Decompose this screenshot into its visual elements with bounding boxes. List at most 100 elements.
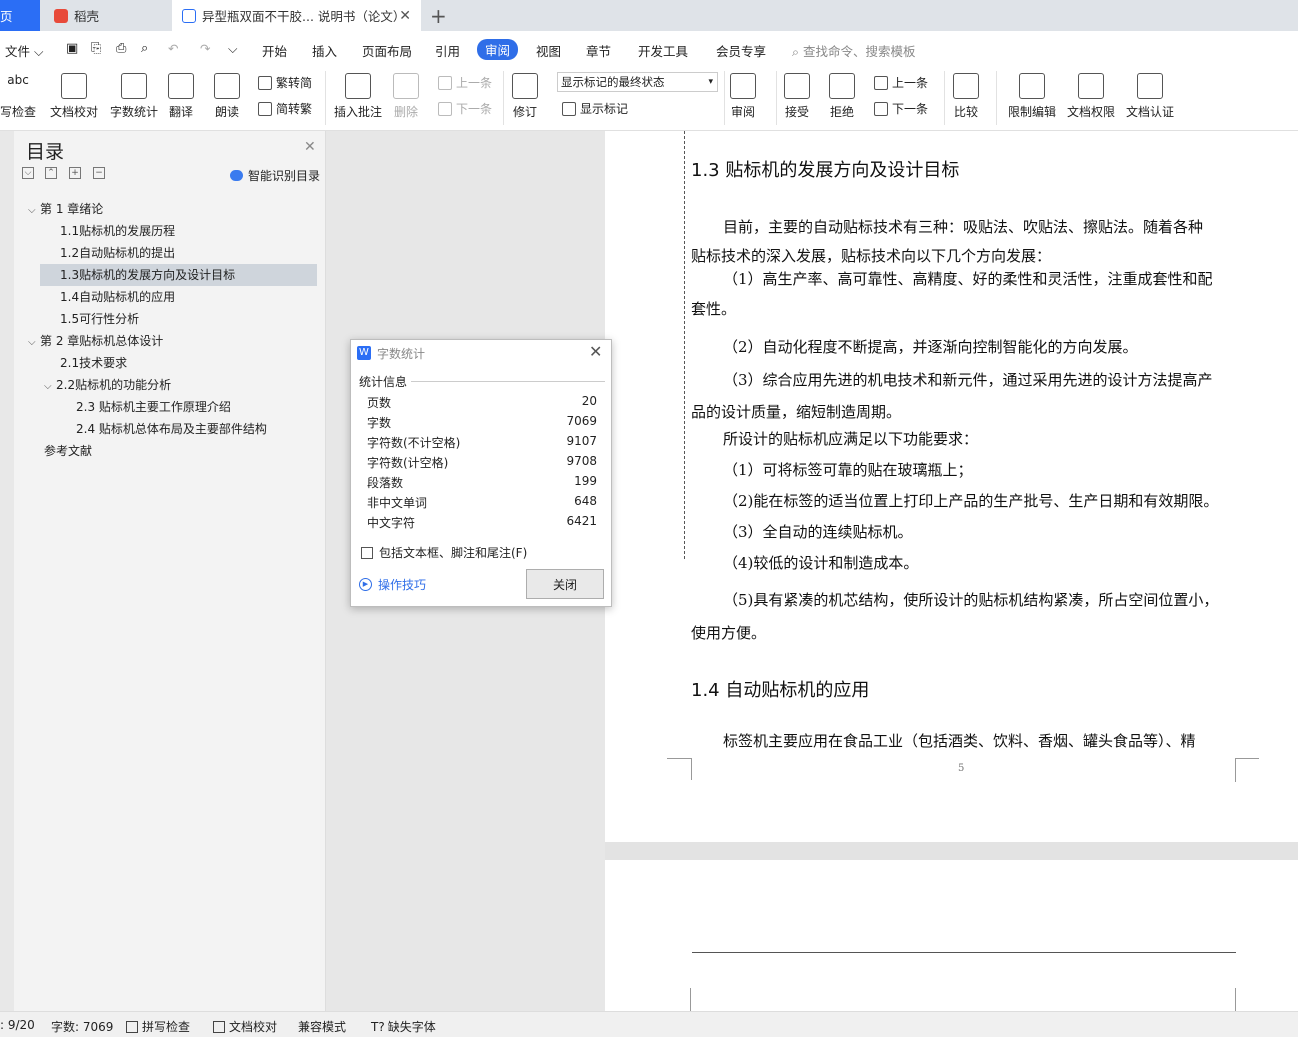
insert-comment-button[interactable]: 插入批注	[334, 73, 382, 120]
toc-item-references[interactable]: 参考文献	[44, 440, 92, 462]
menu-chapter[interactable]: 章节	[586, 41, 611, 60]
tab-daoke[interactable]: 稻壳	[40, 0, 170, 31]
toc-item-1-5[interactable]: 1.5可行性分析	[60, 308, 139, 330]
toc-item-2-2[interactable]: ⌵ 2.2贴标机的功能分析	[44, 374, 171, 396]
stat-row-chinese: 中文字符 6421	[367, 514, 597, 534]
doc-cert-button[interactable]: 文档认证	[1126, 73, 1174, 120]
menu-insert[interactable]: 插入	[312, 41, 337, 60]
prev-change-button[interactable]: 上一条	[874, 74, 928, 91]
toc-item-ch1[interactable]: ⌵ 第 1 章绪论	[28, 198, 103, 220]
toc-item-label: 2.1技术要求	[60, 356, 128, 370]
menu-review[interactable]: 审阅	[477, 39, 519, 60]
close-icon[interactable]: ✕	[304, 139, 316, 155]
menu-reference[interactable]: 引用	[435, 41, 460, 60]
restrict-edit-label: 限制编辑	[1008, 105, 1057, 119]
tab-document[interactable]: 异型瓶双面不干胶... 说明书（论文） ✕	[172, 0, 421, 31]
toc-item-2-3[interactable]: 2.3 贴标机主要工作原理介绍	[76, 396, 231, 418]
menu-start[interactable]: 开始	[262, 41, 287, 60]
stat-label: 字符数(计空格)	[367, 456, 449, 470]
toc-item-2-1[interactable]: 2.1技术要求	[60, 352, 127, 374]
check-icon	[126, 1020, 138, 1033]
delete-comment-button[interactable]: 删除	[393, 73, 419, 120]
stat-value: 199	[574, 474, 597, 488]
page-indicator[interactable]: : 9/20	[0, 1018, 35, 1032]
show-markup-button[interactable]: 显示标记	[562, 100, 628, 117]
tab-document-label: 异型瓶双面不干胶... 说明书（论文）	[202, 9, 406, 24]
save-icon[interactable]: ▣	[66, 41, 78, 56]
toc-item-1-4[interactable]: 1.4自动贴标机的应用	[60, 286, 175, 308]
menu-member[interactable]: 会员专享	[716, 41, 766, 60]
file-menu[interactable]: 文件 ⌵	[5, 41, 43, 60]
doc-rights-icon	[1078, 73, 1104, 99]
checkbox-box[interactable]	[361, 546, 373, 559]
prev-comment-button[interactable]: 上一条	[438, 74, 492, 91]
markup-state-select[interactable]: 显示标记的最终状态 ▾	[557, 72, 718, 92]
accept-button[interactable]: 接受	[784, 73, 810, 120]
comment-margin-line	[684, 131, 685, 559]
close-button[interactable]: 关闭	[526, 569, 604, 599]
stat-label: 字数	[367, 416, 392, 430]
toc-item-1-3[interactable]: 1.3贴标机的发展方向及设计目标	[40, 264, 317, 286]
spellcheck-button[interactable]: abc 写检查	[0, 73, 36, 120]
command-search[interactable]: ⌕ 查找命令、搜索模板	[792, 41, 916, 60]
word-count-indicator[interactable]: 字数: 7069	[51, 1018, 113, 1035]
file-menu-label: 文件	[5, 44, 31, 59]
compat-mode-status[interactable]: 兼容模式	[298, 1018, 346, 1035]
include-textbox-checkbox[interactable]: 包括文本框、脚注和尾注(F)	[361, 544, 527, 561]
heading-1-3: 1.3 贴标机的发展方向及设计目标	[691, 160, 960, 181]
wordcount-button[interactable]: 字数统计	[110, 73, 158, 120]
chevron-down-icon: ⌵	[28, 337, 36, 348]
quick-access-dropdown-icon[interactable]: ⌵	[228, 41, 237, 57]
accept-label: 接受	[784, 105, 809, 119]
toc-item-2-4[interactable]: 2.4 贴标机总体布局及主要部件结构	[76, 418, 267, 440]
abc-icon: abc	[7, 73, 29, 87]
expand-up-icon[interactable]: ⌃	[45, 167, 57, 179]
doc-rights-button[interactable]: 文档权限	[1067, 73, 1115, 120]
spellcheck-status[interactable]: 拼写检查	[126, 1018, 190, 1035]
markup-state-value: 显示标记的最终状态	[561, 75, 665, 89]
close-tab-icon[interactable]: ✕	[399, 8, 411, 24]
tab-home[interactable]: 页	[0, 0, 40, 31]
translate-button[interactable]: 翻译	[168, 73, 194, 120]
trad-to-simp-button[interactable]: 繁转简	[258, 74, 312, 91]
read-aloud-button[interactable]: 朗读	[214, 73, 240, 120]
close-icon[interactable]: ✕	[589, 342, 602, 361]
paragraph: （4)较低的设计和制造成本。	[723, 554, 919, 572]
next-comment-button[interactable]: 下一条	[438, 100, 492, 117]
restrict-edit-button[interactable]: 限制编辑	[1008, 73, 1056, 120]
doccheck-button[interactable]: 文档校对	[50, 73, 98, 120]
export-icon[interactable]: ⎘	[91, 41, 101, 56]
delete-label: 删除	[393, 105, 418, 119]
menu-devtools[interactable]: 开发工具	[638, 41, 688, 60]
toc-item-1-2[interactable]: 1.2自动贴标机的提出	[60, 242, 175, 264]
toc-title: 目录	[26, 141, 65, 163]
tab-home-label: 页	[0, 9, 13, 24]
tips-link[interactable]: ▶ 操作技巧	[359, 576, 426, 593]
smart-toc-button[interactable]: 智能识别目录	[230, 167, 320, 184]
menu-layout[interactable]: 页面布局	[362, 41, 412, 60]
paragraph: 所设计的贴标机应满足以下功能要求：	[723, 430, 979, 448]
simp-to-trad-button[interactable]: 简转繁	[258, 100, 312, 117]
document-page-next[interactable]	[605, 860, 1298, 1012]
track-changes-button[interactable]: 修订	[512, 73, 538, 120]
preview-icon[interactable]: ⌕	[141, 41, 148, 56]
menu-view[interactable]: 视图	[536, 41, 561, 60]
next-change-label: 下一条	[892, 102, 929, 116]
new-tab-icon[interactable]: +	[430, 4, 447, 28]
reject-button[interactable]: 拒绝	[829, 73, 855, 120]
toc-item-ch2[interactable]: ⌵ 第 2 章贴标机总体设计	[28, 330, 163, 352]
toc-item-1-1[interactable]: 1.1贴标机的发展历程	[60, 220, 175, 242]
compare-button[interactable]: 比较	[953, 73, 979, 120]
collapse-all-icon[interactable]: ⌵	[22, 167, 34, 179]
redo-icon[interactable]: ↷	[200, 41, 210, 56]
smart-toc-label: 智能识别目录	[248, 169, 321, 183]
remove-heading-icon[interactable]: −	[93, 167, 105, 179]
proof-status[interactable]: 文档校对	[213, 1018, 277, 1035]
undo-icon[interactable]: ↶	[168, 41, 178, 56]
missing-font-status[interactable]: T? 缺失字体	[371, 1018, 436, 1035]
add-heading-icon[interactable]: +	[69, 167, 81, 179]
next-change-button[interactable]: 下一条	[874, 100, 928, 117]
ribbon-divider	[724, 71, 725, 125]
review-pane-button[interactable]: 审阅	[730, 73, 756, 120]
print-icon[interactable]: ⎙	[116, 41, 126, 56]
